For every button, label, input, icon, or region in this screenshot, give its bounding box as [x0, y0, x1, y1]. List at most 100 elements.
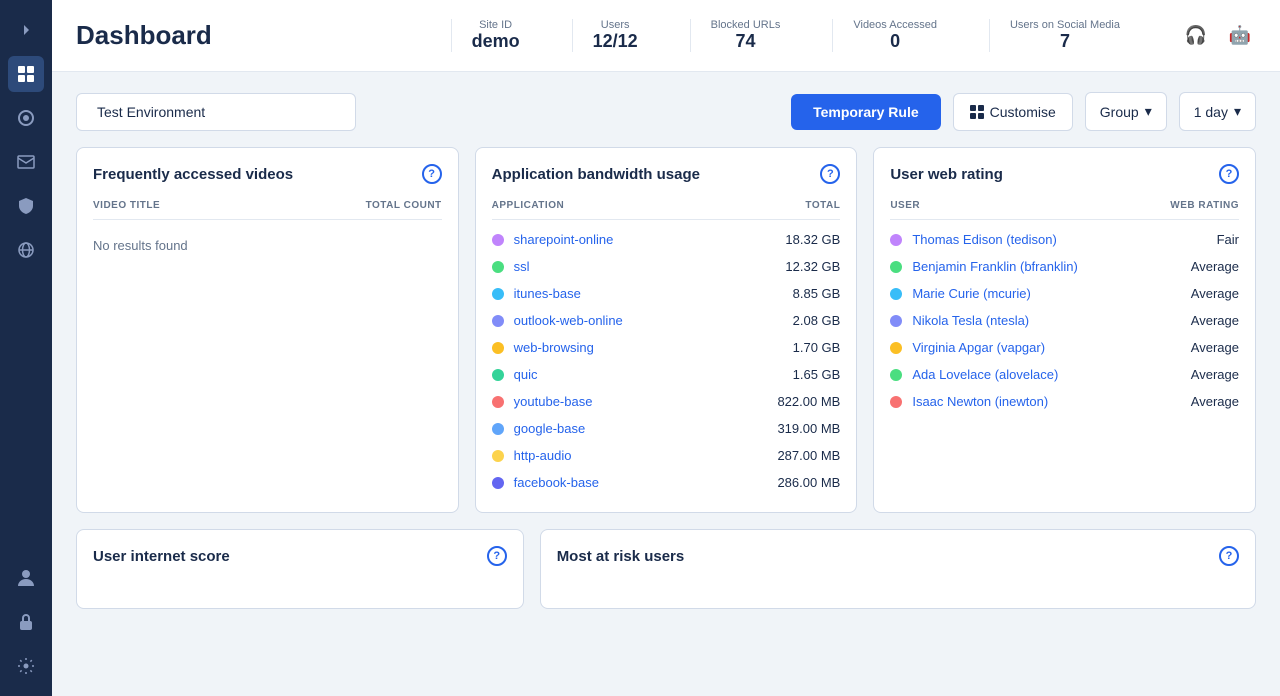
app-name[interactable]: google-base	[514, 421, 586, 436]
internet-score-header: User internet score ?	[93, 546, 507, 566]
app-row-left: outlook-web-online	[492, 313, 623, 328]
stat-blocked-value: 74	[735, 31, 755, 52]
mail-nav-icon[interactable]	[8, 144, 44, 180]
user-name[interactable]: Ada Lovelace (alovelace)	[912, 367, 1058, 382]
app-row-left: facebook-base	[492, 475, 599, 490]
lock-nav-icon[interactable]	[8, 604, 44, 640]
stat-videos-value: 0	[890, 31, 900, 52]
robot-icon[interactable]: 🤖	[1224, 20, 1256, 52]
app-total: 1.65 GB	[793, 367, 841, 382]
stat-videos-label: Videos Accessed	[853, 19, 937, 31]
user-dot	[890, 369, 902, 381]
grid-icon	[970, 105, 984, 119]
app-total: 286.00 MB	[777, 475, 840, 490]
app-name[interactable]: outlook-web-online	[514, 313, 623, 328]
user-rating-row: Benjamin Franklin (bfranklin) Average	[890, 253, 1239, 280]
day-dropdown[interactable]: 1 day ▾	[1179, 92, 1256, 131]
app-name[interactable]: itunes-base	[514, 286, 581, 301]
stat-site-id: Site ID demo	[451, 19, 540, 52]
app-name[interactable]: web-browsing	[514, 340, 594, 355]
user-nav-icon[interactable]	[8, 560, 44, 596]
app-dot	[492, 261, 504, 273]
group-dropdown[interactable]: Group ▾	[1085, 92, 1167, 131]
app-name[interactable]: ssl	[514, 259, 530, 274]
headphone-icon[interactable]: 🎧	[1180, 20, 1212, 52]
webrating-card-title: User web rating	[890, 166, 1003, 183]
user-dot	[890, 396, 902, 408]
shield-nav-icon[interactable]	[8, 188, 44, 224]
app-row-left: youtube-base	[492, 394, 593, 409]
settings-nav-icon[interactable]	[8, 648, 44, 684]
bandwidth-app-row: ssl 12.32 GB	[492, 253, 841, 280]
page-title: Dashboard	[76, 20, 212, 51]
videos-col-headers: VIDEO TITLE TOTAL COUNT	[93, 196, 442, 220]
app-name[interactable]: http-audio	[514, 448, 572, 463]
col-web-rating: WEB RATING	[1170, 200, 1239, 211]
temporary-rule-button[interactable]: Temporary Rule	[791, 94, 941, 130]
user-row-left: Nikola Tesla (ntesla)	[890, 313, 1029, 328]
user-rating-value: Average	[1191, 286, 1239, 301]
app-total: 8.85 GB	[793, 286, 841, 301]
internet-score-help-icon[interactable]: ?	[487, 546, 507, 566]
app-row-left: google-base	[492, 421, 586, 436]
network-nav-icon[interactable]	[8, 232, 44, 268]
bandwidth-app-row: google-base 319.00 MB	[492, 415, 841, 442]
most-at-risk-help-icon[interactable]: ?	[1219, 546, 1239, 566]
stat-users: Users 12/12	[572, 19, 658, 52]
user-name[interactable]: Isaac Newton (inewton)	[912, 394, 1048, 409]
top-bar: Test Environment Temporary Rule Customis…	[76, 92, 1256, 131]
app-dot	[492, 396, 504, 408]
user-row-left: Benjamin Franklin (bfranklin)	[890, 259, 1077, 274]
user-name[interactable]: Marie Curie (mcurie)	[912, 286, 1030, 301]
chevron-down-icon: ▾	[1234, 103, 1241, 120]
webrating-card-header: User web rating ?	[890, 164, 1239, 184]
stat-social-value: 7	[1060, 31, 1070, 52]
stat-blocked-label: Blocked URLs	[711, 19, 781, 31]
user-dot	[890, 234, 902, 246]
user-dot	[890, 315, 902, 327]
app-name[interactable]: youtube-base	[514, 394, 593, 409]
app-dot	[492, 369, 504, 381]
app-name[interactable]: sharepoint-online	[514, 232, 614, 247]
day-label: 1 day	[1194, 104, 1228, 120]
webrating-card: User web rating ? USER WEB RATING Thomas…	[873, 147, 1256, 513]
content-area: Test Environment Temporary Rule Customis…	[52, 72, 1280, 696]
app-row-left: http-audio	[492, 448, 572, 463]
collapse-nav-icon[interactable]	[8, 12, 44, 48]
user-row-left: Marie Curie (mcurie)	[890, 286, 1030, 301]
analytics-nav-icon[interactable]	[8, 100, 44, 136]
internet-score-card: User internet score ?	[76, 529, 524, 609]
app-total: 287.00 MB	[777, 448, 840, 463]
bandwidth-help-icon[interactable]: ?	[820, 164, 840, 184]
app-row-left: sharepoint-online	[492, 232, 614, 247]
user-name[interactable]: Virginia Apgar (vapgar)	[912, 340, 1045, 355]
app-name[interactable]: quic	[514, 367, 538, 382]
customise-button[interactable]: Customise	[953, 93, 1073, 131]
user-name[interactable]: Nikola Tesla (ntesla)	[912, 313, 1029, 328]
webrating-help-icon[interactable]: ?	[1219, 164, 1239, 184]
videos-card-header: Frequently accessed videos ?	[93, 164, 442, 184]
app-total: 2.08 GB	[793, 313, 841, 328]
bandwidth-col-headers: APPLICATION TOTAL	[492, 196, 841, 220]
webrating-user-list: Thomas Edison (tedison) Fair Benjamin Fr…	[890, 226, 1239, 415]
bandwidth-card: Application bandwidth usage ? APPLICATIO…	[475, 147, 858, 513]
app-name[interactable]: facebook-base	[514, 475, 599, 490]
stat-users-value: 12/12	[593, 31, 638, 52]
sidebar	[0, 0, 52, 696]
internet-score-title: User internet score	[93, 548, 230, 565]
bandwidth-app-row: http-audio 287.00 MB	[492, 442, 841, 469]
environment-selector[interactable]: Test Environment	[76, 93, 356, 131]
app-row-left: quic	[492, 367, 538, 382]
user-name[interactable]: Benjamin Franklin (bfranklin)	[912, 259, 1077, 274]
app-dot	[492, 450, 504, 462]
app-total: 18.32 GB	[785, 232, 840, 247]
videos-card-title: Frequently accessed videos	[93, 166, 293, 183]
app-row-left: ssl	[492, 259, 530, 274]
col-total-count: TOTAL COUNT	[366, 200, 442, 211]
videos-help-icon[interactable]: ?	[422, 164, 442, 184]
dashboard-nav-icon[interactable]	[8, 56, 44, 92]
user-dot	[890, 342, 902, 354]
bandwidth-app-row: youtube-base 822.00 MB	[492, 388, 841, 415]
user-name[interactable]: Thomas Edison (tedison)	[912, 232, 1057, 247]
webrating-col-headers: USER WEB RATING	[890, 196, 1239, 220]
